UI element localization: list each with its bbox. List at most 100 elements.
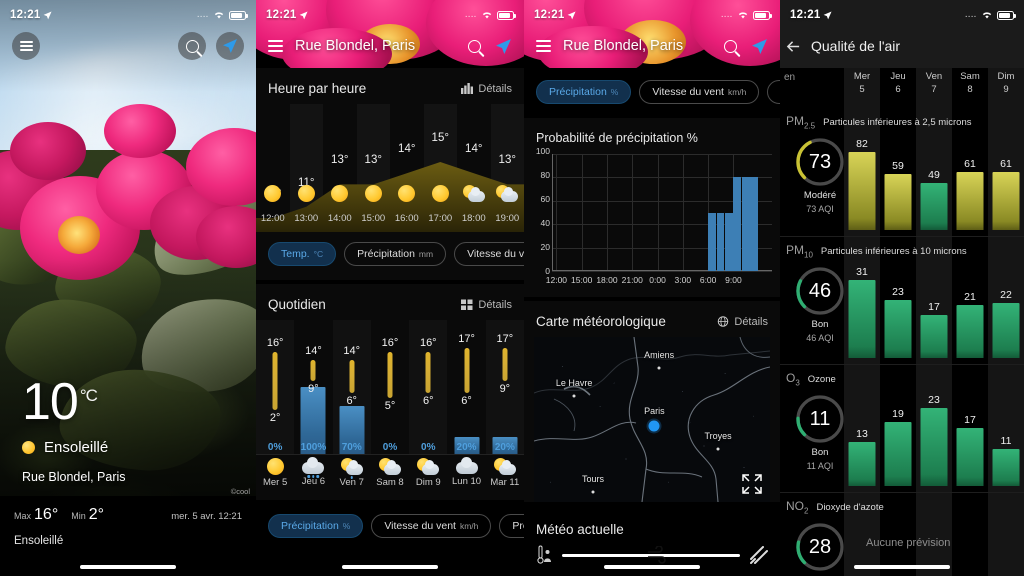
daily-precip-percent: 0% [421,442,436,453]
aq-bar-cell: 49 [916,108,952,230]
aq-bar-value: 17 [928,301,940,314]
chip-pression[interactable]: Pression [767,80,780,104]
search-icon[interactable] [468,39,481,53]
map-city-label: Amiens [644,350,675,361]
hamburger-menu-icon[interactable] [12,32,40,60]
temp-range-bar [310,360,316,382]
aq-bar-value: 23 [928,394,940,406]
panel3-title-bar: Rue Blondel, Paris [524,26,780,66]
aq-bar-value: 21 [964,291,976,304]
daily-day-cell[interactable]: Mar 11 [486,455,524,500]
aq-section-pm25: PM2.5 Particules inférieures à 2,5 micron… [780,108,1024,236]
precip-bar [708,212,716,271]
aq-section-no2: NO2Dioxyde d'azote28Bon28 AQIAucune prév… [780,492,1024,576]
daily-day-cell[interactable]: Jeu 6 [294,455,332,500]
chip-pression[interactable]: Pression [499,514,524,538]
chip-pr-cipitation[interactable]: Précipitation% [268,514,364,538]
panel3-scroll[interactable]: Précipitation% Vitesse du ventkm/h Pressio… [524,68,780,576]
expand-icon[interactable] [741,473,763,495]
hero-info: 10 °C Ensoleillé Rue Blondel, Paris [22,375,126,484]
panel3-top-chips[interactable]: Précipitation% Vitesse du ventkm/h Pressio… [524,68,780,118]
max-value: 16° [34,506,59,523]
daily-low: 6° [346,395,357,408]
navigation-arrow-icon[interactable] [216,32,244,60]
navigation-arrow-icon[interactable] [495,38,512,55]
hour-temp: 14° [398,143,416,156]
chip-label: Temp. [281,248,310,260]
chip-unit: % [610,87,619,97]
daily-precip-percent: 100% [300,442,327,453]
hour-temp: 13° [331,154,349,167]
daily-high: 17° [458,333,475,345]
daily-column: 14° 9° 100% [294,320,332,454]
navigation-arrow-icon[interactable] [751,38,768,55]
partly-cloudy-icon [462,185,485,202]
screenshot-strip: 12:21 .... 10 °C Ensoleillé Rue Blondel,… [0,0,1024,576]
chip-temp[interactable]: Temp. °C [268,242,337,266]
aq-bar [920,408,948,486]
thermometer-icon[interactable] [536,545,552,565]
hamburger-menu-icon[interactable] [536,37,551,54]
photo-vignette [0,0,256,576]
aq-day-header: Mer 5 [844,68,880,108]
search-icon[interactable] [724,39,737,53]
photo-credit: ©cool [230,487,250,496]
precip-x-tick: 9:00 [725,275,742,285]
timestamp: mer. 5 avr. 12:21 [171,511,242,522]
panel1-footer: Max 16° Min 2° mer. 5 avr. 12:21 Ensolei… [0,496,256,576]
weather-slider[interactable] [562,545,740,564]
daily-precip-percent: 0% [382,442,398,453]
chip-vitesse-du-vent[interactable]: Vitesse du ventkm/h [454,242,524,266]
daily-day-cell[interactable]: Dim 9 [409,455,447,500]
home-indicator [854,565,950,569]
precip-bar [741,177,750,271]
daily-day-cell[interactable]: Sam 8 [371,455,409,500]
daily-high: 17° [496,333,514,345]
sun-icon [297,185,315,202]
chip-label: Précipitation [281,520,339,532]
chip-pr-cipitation[interactable]: Précipitation% [536,80,632,104]
aq-bar-value: 49 [928,169,940,182]
aq-section-o3: O3 Ozone 11 Bon 11 AQI 13 19 23 17 11 [780,364,1024,492]
daily-day-cell[interactable]: Ven 7 [333,455,371,500]
daily-details-label: Détails [478,298,512,311]
daily-day-cell[interactable]: Lun 10 [447,455,485,500]
map-details-button[interactable]: Détails [717,316,768,328]
chip-vitesse-du-vent[interactable]: Vitesse du ventkm/h [371,514,492,538]
chip-vitesse-du-vent[interactable]: Vitesse du ventkm/h [639,80,760,104]
daily-day-label: Lun 10 [452,476,482,487]
current-weather-title: Météo actuelle [536,522,624,537]
layers-icon[interactable] [750,546,768,564]
daily-day-cell[interactable]: Mer 5 [256,455,294,500]
hour-label: 14:00 [327,213,352,224]
aq-bar-cell: 31 [844,237,880,358]
hamburger-menu-icon[interactable] [268,37,283,54]
panel2-scroll[interactable]: Heure par heure Détails 10°11°13°13°14°1… [256,68,524,576]
aq-pollutant-code: NO2 [786,499,809,516]
weather-map[interactable]: Amiens Le Havre Paris Troyes Tours [534,337,770,502]
aq-day-number: 7 [931,83,937,95]
chip-pr-cipitation[interactable]: Précipitation mm [344,242,447,266]
hourly-metric-chips[interactable]: Temp.°C Précipitationmm Vitesse du ventkm/… [256,232,524,280]
aq-day-header: Ven 7 [916,68,952,108]
daily-details-button[interactable]: Détails [461,299,512,311]
aq-bar-value: 11 [1000,434,1012,447]
hourly-details-button[interactable]: Détails [461,83,512,95]
chip-unit: °C [313,249,324,259]
battery-icon [497,10,516,20]
search-icon[interactable] [178,32,206,60]
panel2-bottom-chips[interactable]: Précipitation% Vitesse du ventkm/h Pressio… [256,504,524,552]
map-city-label: Tours [581,473,605,484]
hourly-title: Heure par heure [268,81,367,96]
hour-icon-cell [390,185,424,202]
chip-label: Vitesse du vent [384,520,456,532]
air-quality-body[interactable]: en Mer 5 Jeu 6 Ven 7 Sam 8 Dim 9 PM2.5 Particules … [780,68,1024,576]
location-arrow-icon [44,10,52,19]
max-label: Max [14,511,32,521]
back-arrow-icon[interactable] [786,39,801,54]
globe-icon [718,316,729,327]
aq-pollutant-name: Ozone [807,374,836,385]
daily-column: 17° 9° 20% [486,320,524,454]
aq-bar-value: 82 [856,138,868,150]
aq-gauge: 73 [794,136,846,188]
